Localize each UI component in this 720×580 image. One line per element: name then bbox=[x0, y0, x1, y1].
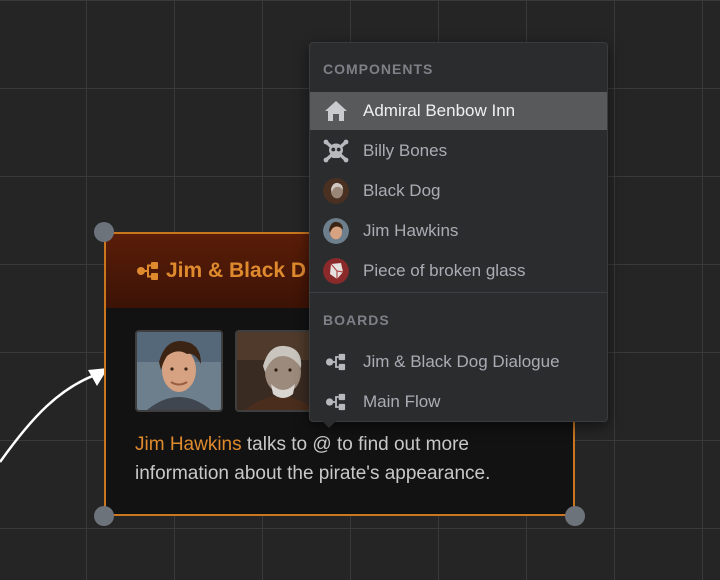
components-section-title: COMPONENTS bbox=[323, 61, 434, 77]
menu-item-piece-of-broken-glass[interactable]: Piece of broken glass bbox=[310, 252, 607, 290]
mention-dropdown: COMPONENTS Admiral Benbow Inn Billy Bone… bbox=[309, 42, 608, 422]
flow-icon bbox=[323, 349, 349, 375]
menu-item-label: Billy Bones bbox=[363, 141, 448, 160]
house-icon bbox=[323, 98, 349, 124]
skull-crossbones-icon bbox=[323, 138, 349, 164]
menu-item-label: Jim & Black Dog Dialogue bbox=[363, 352, 560, 371]
node-description: Jim Hawkins talks to @ to find out more … bbox=[135, 430, 555, 488]
boards-section-title: BOARDS bbox=[323, 312, 390, 328]
node-handle-bottom-right[interactable] bbox=[565, 506, 585, 526]
menu-item-label: Admiral Benbow Inn bbox=[363, 101, 516, 120]
broken-glass-avatar bbox=[323, 258, 349, 284]
menu-item-jim-hawkins[interactable]: Jim Hawkins bbox=[310, 212, 607, 250]
menu-item-label: Jim Hawkins bbox=[363, 221, 459, 240]
black-dog-avatar bbox=[323, 178, 349, 204]
menu-divider bbox=[310, 292, 607, 293]
flow-icon bbox=[323, 389, 349, 415]
mention-jim-hawkins[interactable]: Jim Hawkins bbox=[135, 434, 242, 455]
node-handle-bottom-left[interactable] bbox=[94, 506, 114, 526]
flow-icon bbox=[136, 260, 160, 282]
dropdown-pointer bbox=[322, 421, 336, 428]
node-avatars bbox=[135, 330, 323, 412]
menu-item-jim-black-dog-dialogue[interactable]: Jim & Black Dog Dialogue bbox=[310, 343, 607, 381]
jim-hawkins-portrait[interactable] bbox=[135, 330, 223, 412]
menu-item-admiral-benbow-inn[interactable]: Admiral Benbow Inn bbox=[310, 92, 607, 130]
jim-hawkins-avatar bbox=[323, 218, 349, 244]
menu-item-main-flow[interactable]: Main Flow bbox=[310, 383, 607, 421]
menu-item-label: Black Dog bbox=[363, 181, 441, 200]
menu-item-label: Piece of broken glass bbox=[363, 261, 526, 280]
menu-item-label: Main Flow bbox=[363, 392, 441, 411]
node-title: Jim & Black D bbox=[166, 259, 307, 282]
node-handle-top-left[interactable] bbox=[94, 222, 114, 242]
menu-item-billy-bones[interactable]: Billy Bones bbox=[310, 132, 607, 170]
menu-item-black-dog[interactable]: Black Dog bbox=[310, 172, 607, 210]
